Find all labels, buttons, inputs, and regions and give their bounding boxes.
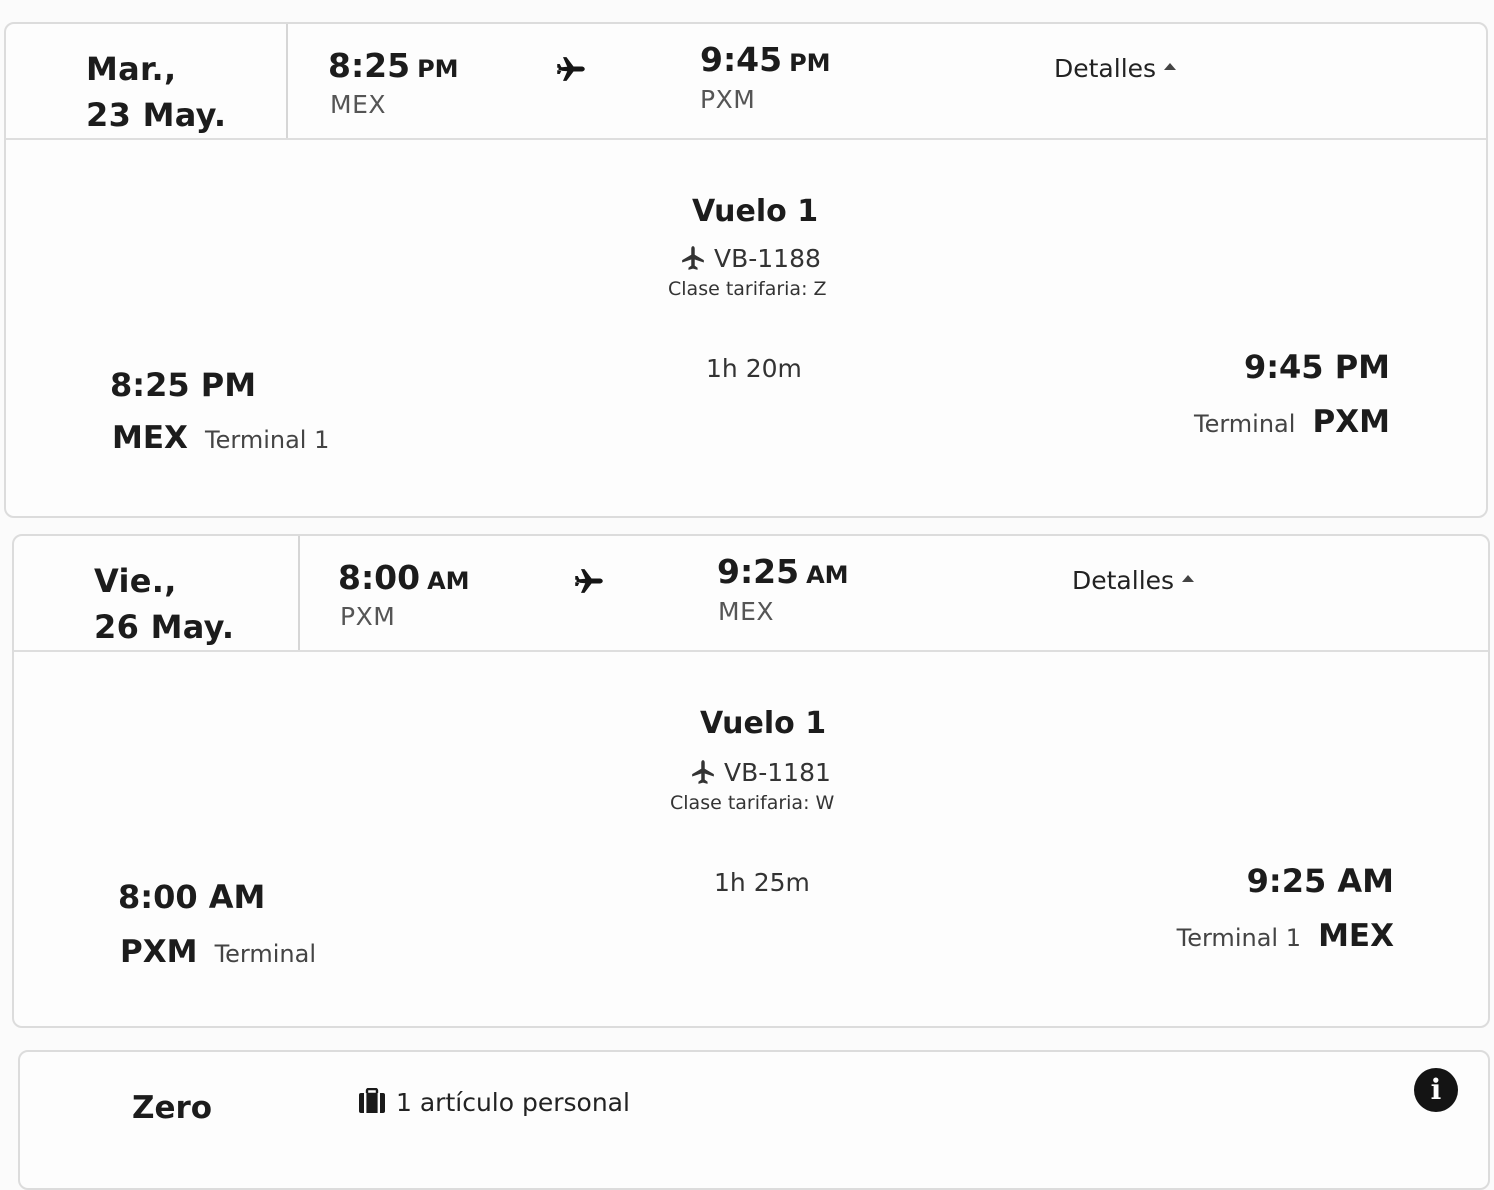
flight-number: VB-1188 — [680, 244, 821, 274]
leg-departure-terminal: Terminal — [214, 940, 317, 968]
arrival-airport-code: PXM — [700, 85, 756, 114]
airplane-up-icon — [692, 760, 714, 784]
departure-time: 8:00 AM — [338, 558, 470, 597]
fare-class: Clase tarifaria: W — [670, 792, 835, 814]
flight-day-month: 23 May. — [86, 96, 227, 134]
leg-departure-location: MEX Terminal 1 — [112, 420, 329, 456]
departure-airport-code: MEX — [330, 90, 386, 119]
fare-bundle-name: Zero — [132, 1090, 213, 1126]
leg-arrival-location: Terminal 1 MEX — [1177, 918, 1394, 954]
leg-departure-location: PXM Terminal — [120, 934, 316, 970]
chevron-up-icon — [1164, 62, 1177, 70]
leg-arrival-time: 9:25 AM — [1246, 862, 1394, 900]
details-toggle[interactable]: Detalles — [1072, 566, 1195, 595]
leg-arrival-terminal: Terminal — [1193, 410, 1296, 438]
flight-duration: 1h 25m — [714, 868, 810, 897]
flight-duration: 1h 20m — [706, 354, 802, 383]
flight-date: Vie., 26 May. — [94, 558, 234, 650]
flight-weekday: Vie., — [94, 562, 177, 600]
segment-title: Vuelo 1 — [692, 194, 819, 229]
leg-arrival-location: Terminal PXM — [1194, 404, 1390, 440]
leg-departure-code: PXM — [120, 934, 198, 970]
leg-departure-terminal: Terminal 1 — [205, 426, 330, 454]
details-toggle[interactable]: Detalles — [1054, 54, 1177, 83]
departure-time: 8:25 PM — [328, 46, 459, 85]
leg-arrival-time: 9:45 PM — [1243, 348, 1390, 386]
airplane-icon — [575, 569, 603, 593]
flight-day-month: 26 May. — [94, 608, 235, 646]
arrival-time: 9:25 AM — [717, 552, 849, 591]
arrival-airport-code: MEX — [718, 597, 774, 626]
fare-class: Clase tarifaria: Z — [668, 278, 827, 300]
flight-weekday: Mar., — [86, 50, 177, 88]
arrival-time: 9:45 PM — [700, 40, 831, 79]
leg-arrival-code: MEX — [1318, 918, 1394, 954]
airplane-icon — [557, 57, 585, 81]
leg-departure-time: 8:00 AM — [118, 878, 266, 916]
leg-departure-code: MEX — [112, 420, 188, 456]
flight-card-return: Vie., 26 May. 8:00 AM PXM 9:25 AM MEX Deta… — [12, 534, 1490, 1028]
flight-number: VB-1181 — [690, 758, 831, 788]
info-icon[interactable]: i — [1414, 1068, 1458, 1112]
personal-item: 1 artículo personal — [358, 1087, 630, 1117]
segment-title: Vuelo 1 — [700, 706, 827, 741]
leg-departure-time: 8:25 PM — [110, 366, 257, 404]
departure-airport-code: PXM — [340, 602, 396, 631]
bag-icon — [359, 1087, 385, 1113]
leg-arrival-code: PXM — [1312, 404, 1390, 440]
flight-card-outbound: Mar., 23 May. 8:25 PM MEX 9:45 PM PXM Deta… — [4, 22, 1488, 518]
fare-bundle-card: Zero 1 artículo personal i — [18, 1050, 1490, 1190]
leg-arrival-terminal: Terminal 1 — [1176, 924, 1301, 952]
chevron-up-icon — [1182, 574, 1195, 582]
flight-date: Mar., 23 May. — [86, 46, 226, 138]
airplane-up-icon — [682, 246, 704, 270]
